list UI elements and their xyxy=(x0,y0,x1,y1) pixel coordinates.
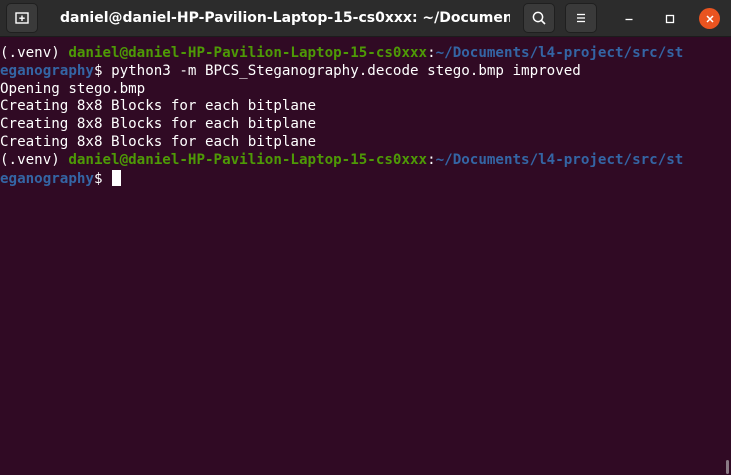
prompt-symbol: $ xyxy=(93,170,112,187)
active-prompt-line[interactable]: eganography$ xyxy=(0,169,731,188)
prompt-symbol: $ xyxy=(93,62,112,79)
window-title: daniel@daniel-HP-Pavilion-Laptop-15-cs0x… xyxy=(60,10,510,26)
prompt-colon: : xyxy=(427,151,436,168)
scrollbar-thumb[interactable] xyxy=(726,460,729,474)
prompt-line: (.venv) daniel@daniel-HP-Pavilion-Laptop… xyxy=(0,45,731,63)
cwd-path-continued: eganography xyxy=(0,62,94,79)
maximize-button[interactable] xyxy=(659,8,680,29)
maximize-icon xyxy=(665,14,674,23)
text-cursor xyxy=(112,169,121,186)
hamburger-menu-icon xyxy=(577,13,585,23)
venv-label: (.venv) xyxy=(0,151,69,168)
new-tab-button[interactable] xyxy=(6,3,38,33)
output-line: Opening stego.bmp xyxy=(0,80,146,97)
cwd-path: ~/Documents/l4-project/src/st xyxy=(435,45,684,61)
minimize-button[interactable] xyxy=(618,8,639,29)
cwd-path: ~/Documents/l4-project/src/st xyxy=(435,151,684,168)
terminal-output[interactable]: (.venv) daniel@daniel-HP-Pavilion-Laptop… xyxy=(0,37,731,475)
terminal-window: daniel@daniel-HP-Pavilion-Laptop-15-cs0x… xyxy=(0,0,731,475)
close-button[interactable] xyxy=(699,8,720,29)
venv-label: (.venv) xyxy=(0,45,69,61)
minimize-icon xyxy=(625,18,632,20)
cwd-path-continued: eganography xyxy=(0,170,94,187)
new-tab-icon xyxy=(15,12,29,24)
search-icon xyxy=(532,11,546,25)
search-button[interactable] xyxy=(523,3,555,33)
prompt-line: (.venv) daniel@daniel-HP-Pavilion-Laptop… xyxy=(0,152,731,170)
menu-button[interactable] xyxy=(565,3,597,33)
output-line: Creating 8x8 Blocks for each bitplane xyxy=(0,98,317,115)
command-line: eganography$ python3 -m BPCS_Steganograp… xyxy=(0,63,731,81)
close-icon xyxy=(705,14,714,23)
output-line: Creating 8x8 Blocks for each bitplane xyxy=(0,133,317,150)
output-line: Creating 8x8 Blocks for each bitplane xyxy=(0,116,317,133)
user-host: daniel@daniel-HP-Pavilion-Laptop-15-cs0x… xyxy=(68,45,428,61)
title-bar[interactable]: daniel@daniel-HP-Pavilion-Laptop-15-cs0x… xyxy=(0,0,731,37)
prompt-colon: : xyxy=(427,45,436,61)
user-host: daniel@daniel-HP-Pavilion-Laptop-15-cs0x… xyxy=(68,151,428,168)
command-text: python3 -m BPCS_Steganography.decode ste… xyxy=(111,62,581,79)
